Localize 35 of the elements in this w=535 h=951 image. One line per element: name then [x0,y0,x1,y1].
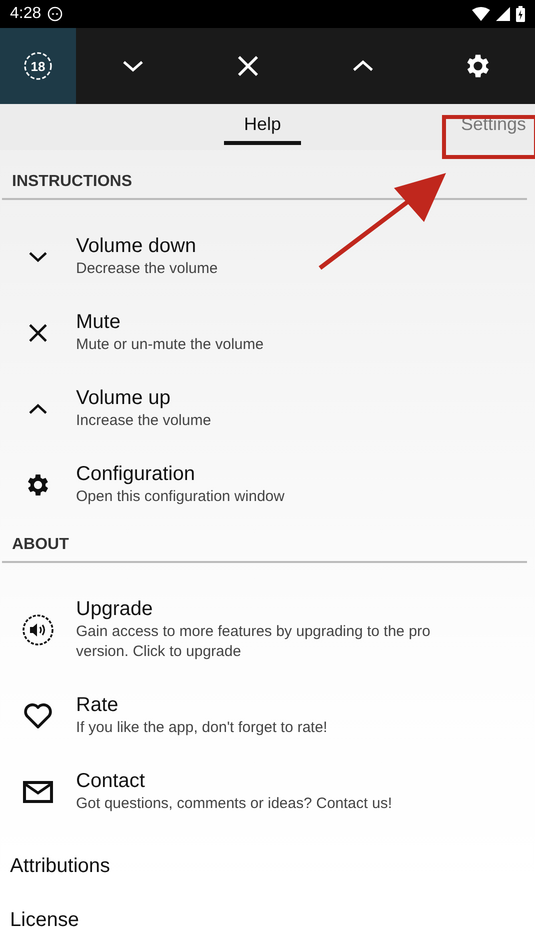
item-title[interactable]: Volume up [76,386,446,410]
item-title[interactable]: Upgrade [76,597,446,621]
speaker-icon [22,614,54,646]
chevron-down-icon [28,250,48,262]
close-icon [28,322,48,342]
status-time: 4:28 [10,5,42,23]
battery-icon [516,6,525,22]
section-header: ABOUT [11,535,70,555]
signal-icon [496,7,510,21]
item-description: Increase the volume [76,411,212,431]
item-title[interactable]: Contact [76,769,446,793]
section-header: INSTRUCTIONS [11,172,133,192]
age-badge-icon: 18 [23,51,53,81]
tab[interactable]: Help [224,104,301,145]
item-description: If you like the app, don't forget to rate! [76,718,328,738]
menu-item[interactable]: License [0,908,535,932]
item-title[interactable]: Configuration [76,462,446,486]
item-title[interactable]: Volume down [76,234,446,258]
menu-item[interactable]: Attributions [0,854,535,878]
chevron-up-icon [28,402,48,414]
item-title[interactable]: Mute [76,310,446,334]
item-description: Mute or un-mute the volume [76,335,265,355]
heart-icon [23,702,53,730]
wifi-icon [472,7,490,21]
item-description: Got questions, comments or ideas? Contact us! [76,794,393,814]
envelope-icon [23,780,53,802]
item-description: Open this configuration window [76,487,286,507]
chevron-down-icon [122,59,144,73]
notification-icon [47,6,64,22]
close-icon [237,55,260,77]
item-description: Decrease the volume [76,259,219,279]
item-title[interactable]: Rate [76,693,446,717]
item-description: Gain access to more features by upgrading to the pro version. Click to upgrade [76,622,432,662]
chevron-up-icon [352,59,374,73]
age-badge-button[interactable]: 18 [0,28,76,104]
